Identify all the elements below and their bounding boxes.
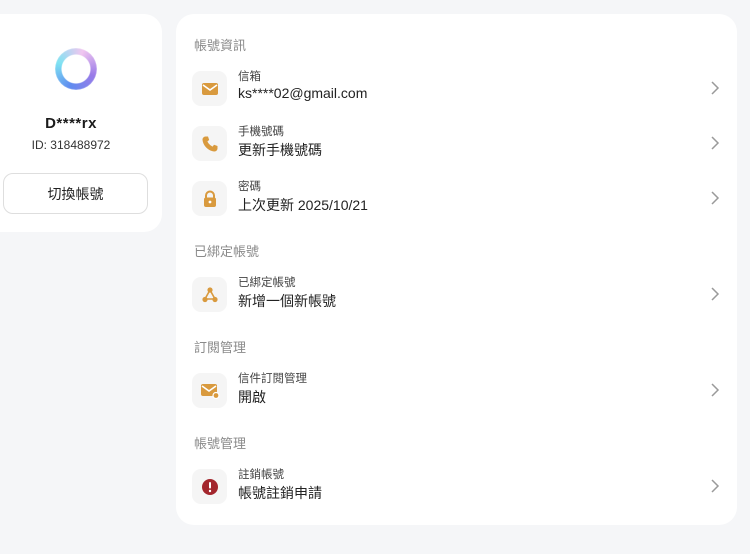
password-value: 上次更新 2025/10/21	[238, 197, 368, 213]
switch-account-button[interactable]: 切換帳號	[3, 173, 148, 214]
user-id: ID: 318488972	[31, 138, 111, 152]
mail-subscription-value: 開啟	[238, 389, 266, 405]
lock-icon	[192, 181, 227, 216]
email-row[interactable]: 信箱 ks****02@gmail.com	[192, 66, 722, 112]
phone-icon	[192, 126, 227, 161]
share-nodes-icon	[192, 277, 227, 312]
linked-accounts-row[interactable]: 已綁定帳號 新增一個新帳號	[192, 272, 722, 318]
delete-account-row[interactable]: 註銷帳號 帳號註銷申請	[192, 464, 722, 510]
section-title-management: 帳號管理	[194, 436, 247, 451]
chevron-right-icon	[711, 191, 720, 205]
linked-accounts-value: 新增一個新帳號	[238, 293, 336, 309]
mail-subscription-label: 信件訂閱管理	[238, 373, 307, 385]
phone-row[interactable]: 手機號碼 更新手機號碼	[192, 121, 722, 167]
envelope-icon	[192, 71, 227, 106]
account-settings-card: 帳號資訊 信箱 ks****02@gmail.com 手機號碼 更新手機號碼 密…	[176, 14, 737, 525]
email-value: ks****02@gmail.com	[238, 85, 368, 101]
chevron-right-icon	[711, 383, 720, 397]
linked-accounts-label: 已綁定帳號	[238, 277, 296, 289]
section-title-account-info: 帳號資訊	[194, 38, 247, 53]
password-label: 密碼	[238, 181, 261, 193]
delete-account-label: 註銷帳號	[238, 469, 284, 481]
password-row[interactable]: 密碼 上次更新 2025/10/21	[192, 176, 722, 222]
section-title-linked: 已綁定帳號	[194, 244, 260, 259]
chevron-right-icon	[711, 479, 720, 493]
chevron-right-icon	[711, 81, 720, 95]
username: D****rx	[45, 115, 97, 132]
avatar[interactable]	[55, 48, 97, 90]
phone-label: 手機號碼	[238, 126, 284, 138]
chevron-right-icon	[711, 136, 720, 150]
section-title-subscription: 訂閱管理	[194, 340, 247, 355]
mail-subscription-row[interactable]: 信件訂閱管理 開啟	[192, 368, 722, 414]
email-label: 信箱	[238, 71, 261, 83]
alert-circle-icon	[192, 469, 227, 504]
chevron-right-icon	[711, 287, 720, 301]
profile-card: D****rx ID: 318488972 切換帳號	[0, 14, 162, 232]
delete-account-value: 帳號註銷申請	[238, 485, 322, 501]
phone-value: 更新手機號碼	[238, 142, 322, 158]
mail-settings-icon	[192, 373, 227, 408]
